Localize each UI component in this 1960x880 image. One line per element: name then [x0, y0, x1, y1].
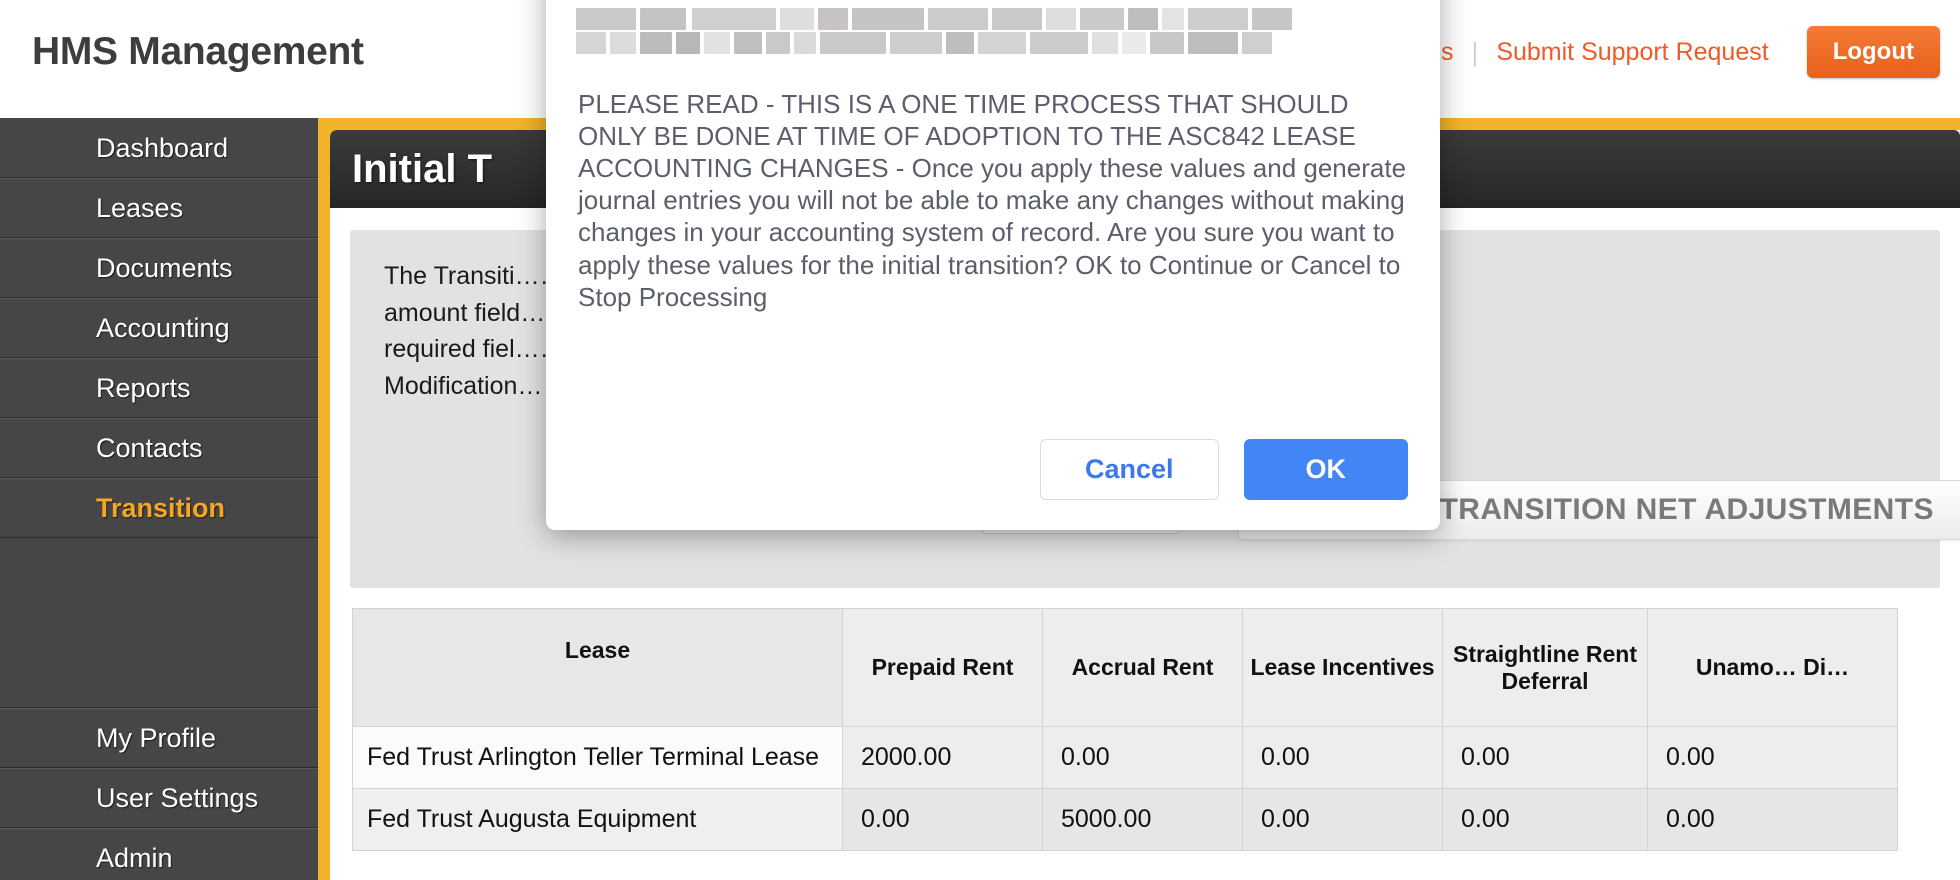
sidebar-item-contacts[interactable]: Contacts	[0, 418, 318, 478]
transition-table-wrapper[interactable]: Lease Prepaid Rent Accrual Rent Lease In…	[330, 608, 1960, 851]
column-header-straightline-rent-deferral[interactable]: Straightline Rent Deferral	[1442, 608, 1648, 727]
redacted-dialog-header	[576, 8, 1410, 72]
cell-lease-incentives[interactable]: 0.00	[1242, 726, 1443, 789]
cell-accrual-rent[interactable]: 0.00	[1042, 726, 1243, 789]
cancel-button[interactable]: Cancel	[1039, 439, 1219, 500]
sidebar-item-dashboard[interactable]: Dashboard	[0, 118, 318, 178]
sidebar-item-reports[interactable]: Reports	[0, 358, 318, 418]
column-header-accrual-rent[interactable]: Accrual Rent	[1042, 608, 1243, 727]
app-brand-title: HMS Management	[32, 30, 364, 73]
sidebar-spacer	[0, 538, 318, 708]
confirmation-dialog: PLEASE READ - THIS IS A ONE TIME PROCESS…	[546, 0, 1440, 530]
cell-accrual-rent[interactable]: 5000.00	[1042, 788, 1243, 851]
cell-lease-name: Fed Trust Arlington Teller Terminal Leas…	[352, 726, 843, 789]
sidebar-item-my-profile[interactable]: My Profile	[0, 708, 318, 768]
ok-button[interactable]: OK	[1243, 439, 1408, 500]
header-link-submit-support-request[interactable]: Submit Support Request	[1478, 38, 1786, 67]
column-header-unamortized-direct[interactable]: Unamo… Di…	[1647, 608, 1898, 727]
column-header-lease[interactable]: Lease	[352, 608, 843, 727]
table-row[interactable]: Fed Trust Arlington Teller Terminal Leas…	[352, 726, 1898, 789]
dialog-message: PLEASE READ - THIS IS A ONE TIME PROCESS…	[578, 89, 1407, 312]
sidebar-nav: Dashboard Leases Documents Accounting Re…	[0, 118, 318, 880]
cell-lease-name: Fed Trust Augusta Equipment	[352, 788, 843, 851]
sidebar-item-documents[interactable]: Documents	[0, 238, 318, 298]
table-header-row: Lease Prepaid Rent Accrual Rent Lease In…	[352, 608, 1898, 727]
cell-lease-incentives[interactable]: 0.00	[1242, 788, 1443, 851]
cell-straightline-rent-deferral[interactable]: 0.00	[1442, 788, 1648, 851]
sidebar-item-accounting[interactable]: Accounting	[0, 298, 318, 358]
cell-prepaid-rent[interactable]: 2000.00	[842, 726, 1043, 789]
cell-prepaid-rent[interactable]: 0.00	[842, 788, 1043, 851]
column-header-lease-incentives[interactable]: Lease Incentives	[1242, 608, 1443, 727]
column-header-prepaid-rent[interactable]: Prepaid Rent	[842, 608, 1043, 727]
logout-button[interactable]: Logout	[1806, 26, 1940, 78]
transition-table: Lease Prepaid Rent Accrual Rent Lease In…	[352, 608, 1898, 851]
header-separator: |	[1471, 36, 1479, 67]
cell-unamortized-direct[interactable]: 0.00	[1647, 726, 1898, 789]
table-row[interactable]: Fed Trust Augusta Equipment 0.00 5000.00…	[352, 788, 1898, 851]
sidebar-item-leases[interactable]: Leases	[0, 178, 318, 238]
sidebar-item-user-settings[interactable]: User Settings	[0, 768, 318, 828]
cell-unamortized-direct[interactable]: 0.00	[1647, 788, 1898, 851]
cell-straightline-rent-deferral[interactable]: 0.00	[1442, 726, 1648, 789]
app-root: HMS Management o Guides | Submit Support…	[0, 0, 1960, 880]
sidebar-item-transition[interactable]: Transition	[0, 478, 318, 538]
sidebar-item-admin[interactable]: Admin	[0, 828, 318, 880]
dialog-actions: Cancel OK	[1039, 439, 1408, 500]
